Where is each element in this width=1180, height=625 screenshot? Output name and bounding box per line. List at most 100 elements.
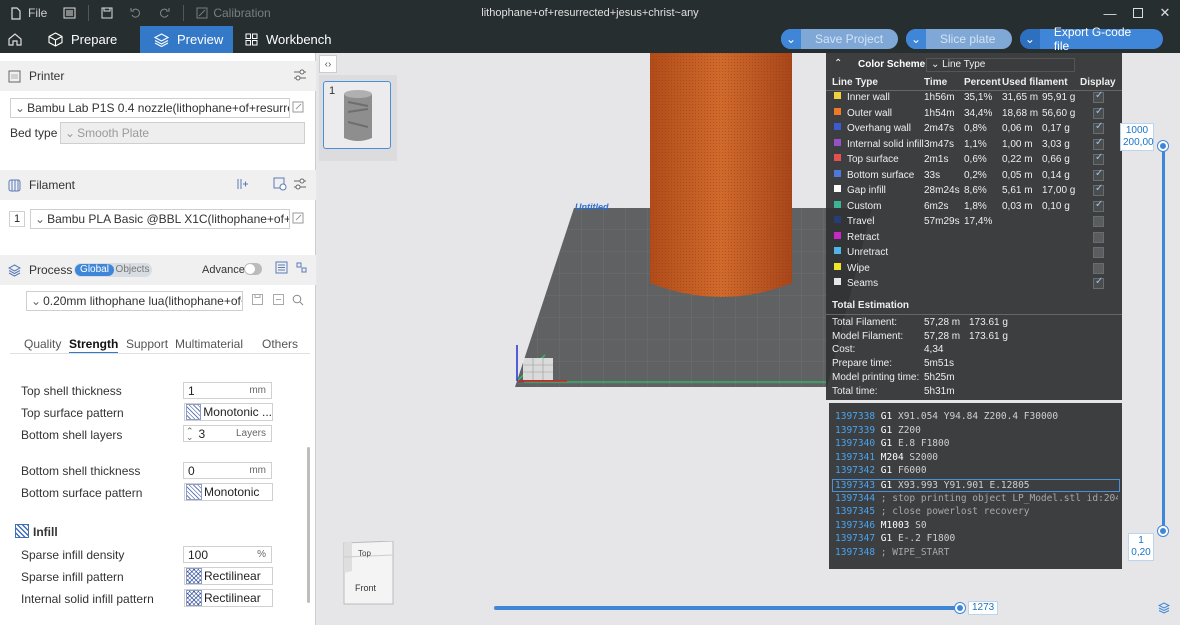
redo-button[interactable] <box>150 0 179 26</box>
top-surface-pattern-label: Top surface pattern <box>21 406 124 420</box>
export-gcode-button[interactable]: ⌄ Export G-code file <box>1020 25 1163 53</box>
display-checkbox[interactable] <box>1093 216 1104 227</box>
gcode-line[interactable]: 1397346 M1003 S0 <box>835 520 1118 533</box>
toggle-objects[interactable]: Objects <box>114 264 151 276</box>
line-type-color-swatch <box>834 107 841 115</box>
move-slider-value: 1273 <box>968 601 999 615</box>
top-surface-pattern-select[interactable]: Monotonic ... <box>184 403 273 421</box>
minimize-button[interactable]: — <box>1095 0 1125 26</box>
hamburger-menu-button[interactable] <box>55 0 84 26</box>
search-setting-button[interactable] <box>291 293 305 309</box>
display-checkbox[interactable] <box>1093 137 1104 150</box>
display-checkbox[interactable] <box>1093 183 1104 196</box>
stepper-icon[interactable]: ⌃ ⌄ <box>186 426 194 441</box>
gcode-line[interactable]: 1397338 G1 X91.054 Y94.84 Z200.4 F30000 <box>835 411 1118 424</box>
save-icon <box>101 7 113 19</box>
toggle-global[interactable]: Global <box>75 264 114 276</box>
home-button[interactable] <box>0 26 30 53</box>
layer-slider-bottom-handle[interactable] <box>1158 526 1168 536</box>
tab-workbench[interactable]: Workbench <box>233 26 343 53</box>
chevron-down-icon[interactable]: ⌄ <box>906 29 926 49</box>
view-cube-top[interactable]: Top <box>358 549 371 558</box>
gcode-arguments: ; WIPE_START <box>880 547 950 558</box>
display-checkbox[interactable] <box>1093 247 1104 258</box>
display-checkbox[interactable] <box>1093 121 1104 134</box>
tab-strength[interactable]: Strength <box>69 337 119 354</box>
chevron-down-icon: ⌄ <box>65 126 76 140</box>
chevron-down-icon[interactable]: ⌄ <box>781 29 801 49</box>
gcode-line[interactable]: 1397341 M204 S2000 <box>835 452 1118 465</box>
top-shell-thickness-input[interactable]: 1 mm <box>183 382 272 399</box>
save-preset-button[interactable] <box>250 293 264 309</box>
gcode-line[interactable]: 1397339 G1 Z200 <box>835 425 1118 438</box>
maximize-button[interactable] <box>1123 0 1153 26</box>
process-settings-button[interactable] <box>293 261 309 277</box>
tab-support[interactable]: Support <box>126 337 168 351</box>
delete-preset-button[interactable] <box>271 293 285 309</box>
separator <box>183 5 185 21</box>
gcode-line[interactable]: 1397344 ; stop printing object LP_Model.… <box>835 493 1118 506</box>
sparse-infill-pattern-select[interactable]: Rectilinear <box>184 567 273 585</box>
printer-settings-button[interactable] <box>292 68 308 84</box>
line-type-meters: 5,61 m <box>1002 185 1033 196</box>
move-slider-handle[interactable] <box>955 603 965 613</box>
layer-slider-top-handle[interactable] <box>1158 141 1168 151</box>
move-slider-track[interactable] <box>494 606 960 610</box>
tab-prepare[interactable]: Prepare <box>30 26 140 53</box>
gcode-viewer[interactable]: 1397338 G1 X91.054 Y94.84 Z200.4 F30000 1… <box>829 403 1122 569</box>
filament-select[interactable]: ⌄ Bambu PLA Basic @BBL X1C(lithophane+of… <box>30 209 290 229</box>
tab-quality[interactable]: Quality <box>24 337 61 351</box>
view-cube[interactable]: Top Front <box>336 540 394 605</box>
bed-type-select[interactable]: ⌄ Smooth Plate <box>60 122 305 144</box>
gcode-line[interactable]: 1397343 G1 X93.993 Y91.901 E.12805 <box>832 479 1120 492</box>
process-compare-button[interactable] <box>273 261 289 277</box>
filament-sync-button[interactable] <box>272 177 288 193</box>
gcode-line[interactable]: 1397347 G1 E-.2 F1800 <box>835 533 1118 546</box>
display-checkbox[interactable] <box>1093 276 1104 289</box>
calibration-button[interactable]: Calibration <box>188 0 278 26</box>
tab-multimaterial[interactable]: Multimaterial <box>175 337 243 351</box>
color-scheme-select[interactable]: ⌄ Line Type <box>926 58 1075 72</box>
collapse-legend-icon[interactable]: ⌃ <box>834 58 842 69</box>
close-button[interactable]: ✕ <box>1150 0 1180 26</box>
filament-settings-button[interactable] <box>292 177 308 193</box>
bottom-shell-thickness-input[interactable]: 0 mm <box>183 462 272 479</box>
internal-solid-infill-pattern-select[interactable]: Rectilinear <box>184 589 273 607</box>
gcode-line[interactable]: 1397340 G1 E.8 F1800 <box>835 438 1118 451</box>
undo-button[interactable] <box>121 0 150 26</box>
save-button[interactable] <box>93 0 121 26</box>
save-project-button[interactable]: ⌄ Save Project <box>781 29 898 49</box>
gcode-line[interactable]: 1397348 ; WIPE_START <box>835 547 1118 560</box>
sparse-infill-density-input[interactable]: 100 % <box>183 546 272 563</box>
process-preset-select[interactable]: ⌄ 0.20mm lithophane lua(lithophane+of+..… <box>26 291 243 311</box>
chevron-down-icon[interactable]: ⌄ <box>1020 29 1040 49</box>
add-filament-button[interactable] <box>234 177 250 193</box>
display-checkbox[interactable] <box>1093 231 1104 243</box>
printer-select[interactable]: ⌄ Bambu Lab P1S 0.4 nozzle(lithophane+of… <box>10 98 290 118</box>
plate-thumbnail[interactable]: 1 <box>323 81 391 149</box>
display-checkbox[interactable] <box>1093 106 1104 119</box>
gcode-line[interactable]: 1397345 ; close powerlost recovery <box>835 506 1118 519</box>
display-checkbox[interactable] <box>1093 90 1104 103</box>
view-cube-front[interactable]: Front <box>355 583 376 593</box>
settings-scrollbar[interactable] <box>307 447 310 603</box>
tab-others[interactable]: Others <box>262 337 298 351</box>
slice-plate-button[interactable]: ⌄ Slice plate <box>906 29 1012 49</box>
display-checkbox[interactable] <box>1093 199 1104 212</box>
display-checkbox[interactable] <box>1093 262 1104 274</box>
layer-view-button[interactable] <box>1157 601 1171 616</box>
global-objects-toggle[interactable]: Global Objects <box>74 263 152 277</box>
line-type-percent: 8,6% <box>964 185 987 196</box>
display-checkbox[interactable] <box>1093 168 1104 181</box>
edit-printer-button[interactable] <box>290 100 306 116</box>
advance-switch[interactable] <box>244 263 262 275</box>
bottom-shell-layers-input[interactable]: ⌃ ⌄ 3 Layers <box>183 425 272 442</box>
file-menu[interactable]: File <box>0 0 55 26</box>
display-checkbox[interactable] <box>1093 152 1104 165</box>
bottom-surface-pattern-select[interactable]: Monotonic <box>184 483 273 501</box>
tab-preview[interactable]: Preview <box>140 26 233 53</box>
layer-slider-track[interactable] <box>1162 146 1165 531</box>
edit-filament-button[interactable] <box>290 211 306 227</box>
gcode-line[interactable]: 1397342 G1 F6000 <box>835 465 1118 478</box>
collapse-sidebar-button[interactable]: ‹› <box>319 55 337 73</box>
